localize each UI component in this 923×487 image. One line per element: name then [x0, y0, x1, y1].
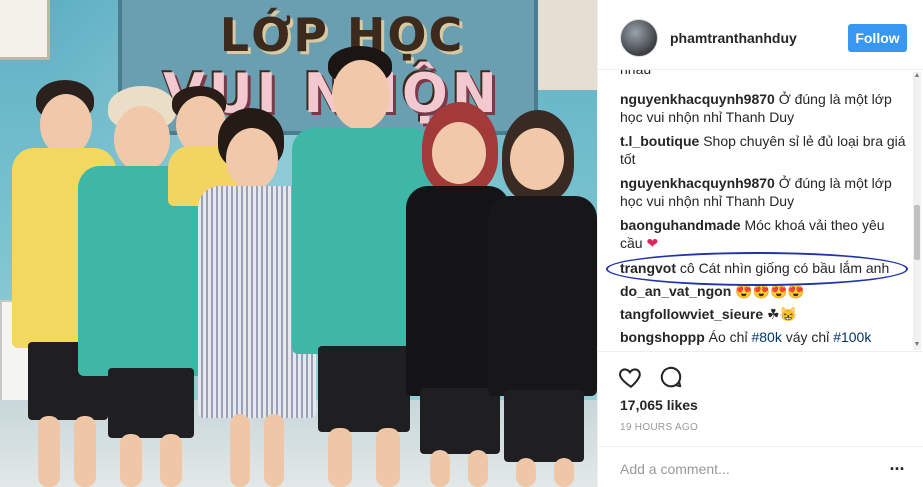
scroll-up-arrow-icon[interactable]: ▲ — [913, 72, 921, 80]
like-count[interactable]: 17,065 likes — [620, 397, 698, 413]
comment-author[interactable]: do_an_vat_ngon — [620, 283, 731, 299]
heart-outline-icon[interactable] — [618, 364, 644, 390]
comment-item: nguyenkhacquynh9870 Ở đúng là một lớp họ… — [620, 90, 908, 126]
add-comment-input[interactable] — [620, 459, 870, 479]
comment-item: bongshoppp Áo chỉ #80k váy chỉ #100k — [620, 328, 908, 346]
hashtag-link[interactable]: #100k — [833, 329, 871, 345]
post-actions-bar — [598, 351, 923, 391]
comment-item: t.l_boutique Shop chuyên sỉ lẻ đủ loại b… — [620, 132, 908, 168]
comment-author[interactable]: baonguhandmade — [620, 217, 741, 233]
comment-author[interactable]: tangfollowviet_sieure — [620, 306, 763, 322]
photo-clock-board — [0, 0, 50, 60]
more-options-button[interactable]: ... — [886, 455, 908, 477]
post-timestamp: 19 HOURS AGO — [620, 422, 699, 433]
comment-author[interactable]: t.l_boutique — [620, 133, 699, 149]
person-braid-black-tee — [488, 110, 597, 487]
comment-author[interactable]: nguyenkhacquynh9870 — [620, 175, 775, 191]
post-photo[interactable]: LỚP HỌC VUI NHỘN — [0, 0, 597, 487]
comment-text: váy chỉ — [785, 329, 830, 345]
avatar[interactable] — [620, 19, 658, 57]
post-username[interactable]: phamtranthanhduy — [670, 30, 797, 46]
scroll-down-arrow-icon[interactable]: ▼ — [913, 341, 921, 349]
comment-list[interactable]: nhau nguyenkhacquynh9870 Ở đúng là một l… — [598, 70, 923, 351]
comment-text: ☘😸 — [767, 306, 798, 322]
post-side-panel: phamtranthanhduy Follow nhau nguyenkhacq… — [597, 0, 923, 487]
comment-author[interactable]: bongshoppp — [620, 329, 705, 345]
heart-emoji-icon: ❤ — [646, 235, 659, 251]
comment-text: Áo chỉ — [708, 329, 748, 345]
follow-button[interactable]: Follow — [848, 24, 907, 52]
add-comment-bar: ... — [598, 446, 923, 487]
comment-scrollbar-thumb[interactable] — [914, 205, 920, 260]
comment-cut-off-text: nhau — [620, 70, 651, 77]
comment-item: baonguhandmade Móc khoá vải theo yêu cầu… — [620, 216, 908, 252]
post-header: phamtranthanhduy Follow — [598, 0, 923, 70]
comment-author[interactable]: nguyenkhacquynh9870 — [620, 91, 775, 107]
comment-item: nguyenkhacquynh9870 Ở đúng là một lớp họ… — [620, 174, 908, 210]
highlight-circle-annotation — [606, 252, 908, 286]
comment-item: tangfollowviet_sieure ☘😸 — [620, 305, 908, 323]
hashtag-link[interactable]: #80k — [751, 329, 781, 345]
speech-bubble-icon[interactable] — [658, 364, 684, 390]
